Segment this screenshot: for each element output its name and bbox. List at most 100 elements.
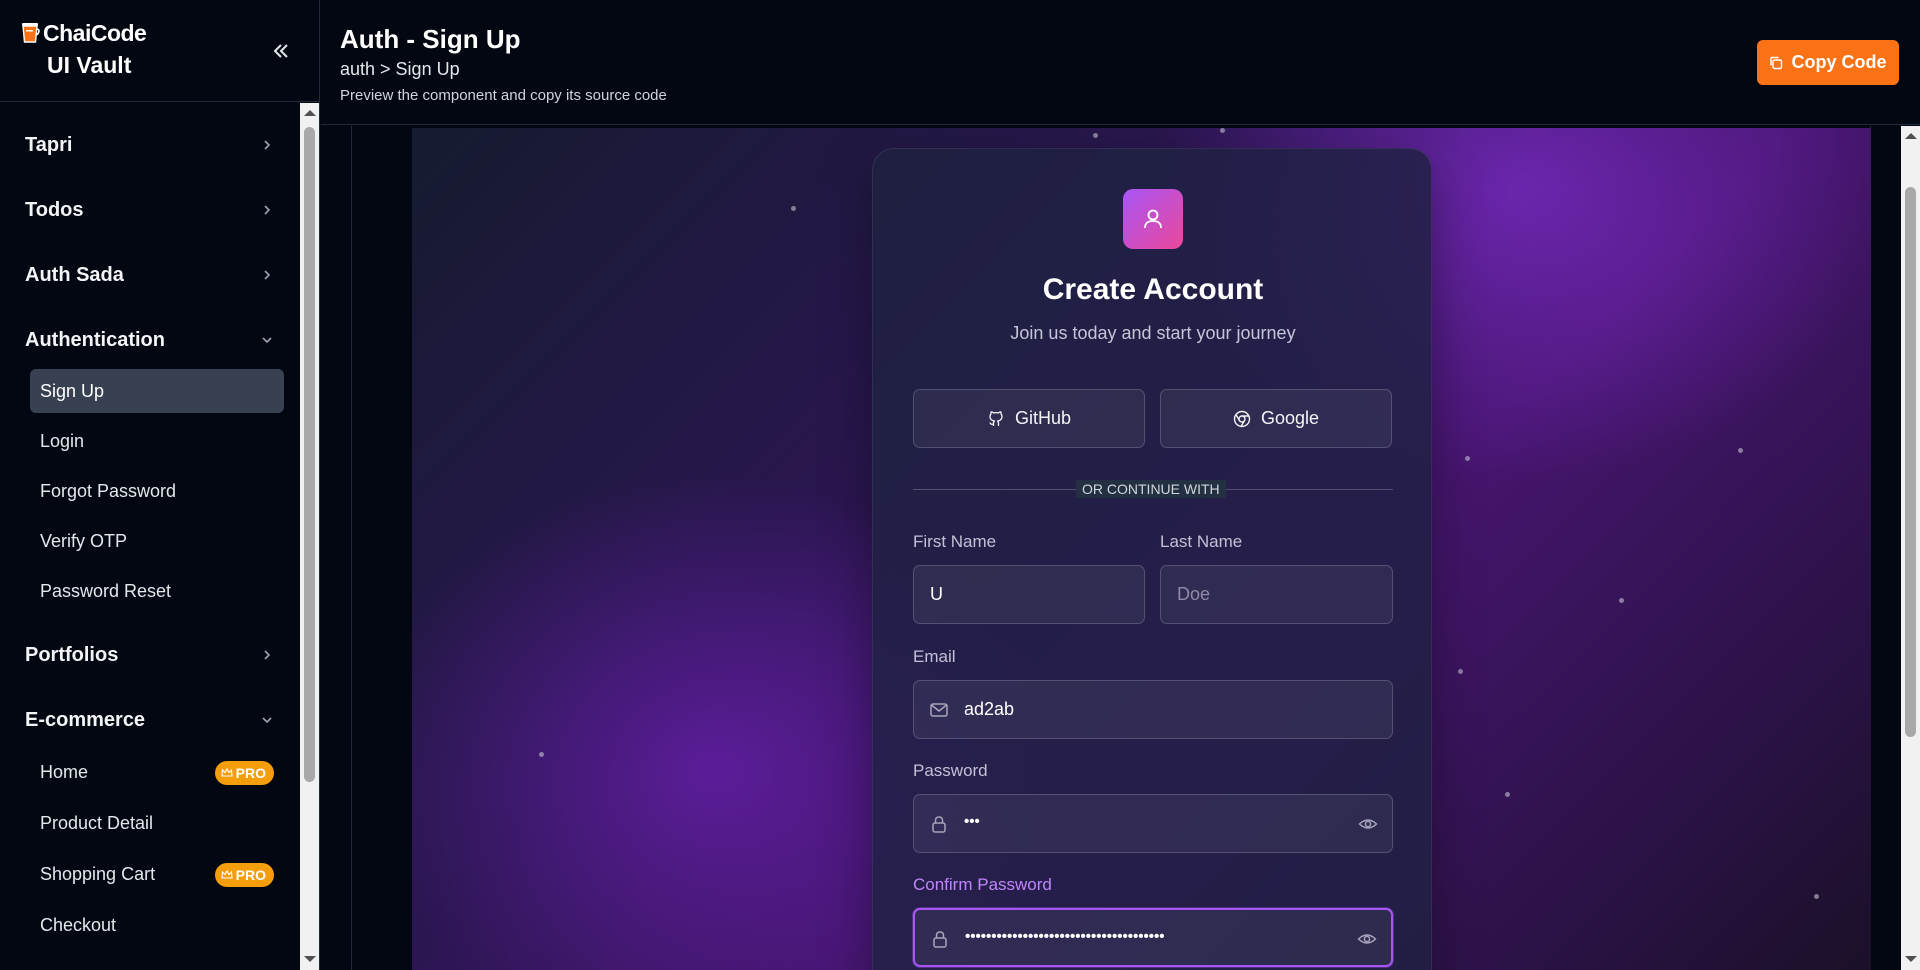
brand-header: ChaiCode UI Vault	[0, 0, 320, 102]
crown-icon	[221, 767, 233, 777]
chevrons-left-icon	[273, 44, 288, 58]
background-star	[539, 752, 544, 757]
sidebar-group-auth-sada[interactable]: Auth Sada	[0, 250, 300, 300]
user-avatar-badge	[1123, 189, 1183, 249]
sidebar-item-label: Shopping Cart	[40, 863, 156, 884]
main-scrollbar[interactable]	[1901, 126, 1920, 970]
sidebar-group-label: E-commerce	[25, 708, 146, 731]
background-star	[1220, 128, 1225, 133]
signup-subtitle: Join us today and start your journey	[1010, 323, 1296, 343]
user-icon	[1144, 209, 1162, 229]
sidebar-item-label: Product Detail	[40, 812, 154, 833]
sidebar-group-e-commerce[interactable]: E-commerce	[0, 695, 300, 745]
sidebar-item-label: Login	[40, 430, 85, 451]
sidebar-item-shopping-cart[interactable]: Shopping Cart PRO	[30, 852, 284, 896]
mail-icon	[930, 703, 948, 717]
background-star	[791, 206, 796, 211]
confirm-password-input[interactable]: ••••••••••••••••••••••••••••••••••••••	[913, 908, 1393, 967]
email-label: Email	[913, 647, 956, 666]
brand-name: ChaiCode	[43, 20, 147, 46]
sidebar-group-tapri[interactable]: Tapri	[0, 120, 300, 170]
collapse-sidebar-button[interactable]	[266, 36, 296, 66]
scroll-down-arrow-icon[interactable]	[1905, 956, 1917, 962]
page-title: Auth - Sign Up	[340, 24, 521, 54]
sidebar-group-authentication[interactable]: Authentication	[0, 315, 300, 365]
last-name-label: Last Name	[1160, 532, 1243, 551]
sidebar-group-label: Tapri	[25, 133, 73, 156]
signup-card: Create Account Join us today and start y…	[872, 148, 1432, 970]
background-star	[1505, 792, 1510, 797]
scroll-down-arrow-icon[interactable]	[304, 956, 316, 962]
sidebar-item-forgot-password[interactable]: Forgot Password	[30, 469, 284, 513]
preview-canvas: Create Account Join us today and start y…	[412, 128, 1871, 970]
chevron-right-icon	[264, 270, 271, 280]
main-scrollbar-thumb[interactable]	[1905, 187, 1916, 737]
eye-icon[interactable]	[1357, 929, 1377, 949]
sidebar-item-label: Checkout	[40, 914, 117, 935]
copy-icon	[1770, 56, 1783, 69]
sidebar-item-home[interactable]: Home PRO	[30, 750, 284, 794]
password-label: Password	[913, 761, 988, 780]
background-star	[1465, 456, 1470, 461]
chevron-down-icon	[262, 717, 272, 724]
pro-badge: PRO	[214, 863, 274, 887]
google-signup-button[interactable]: Google	[1160, 389, 1392, 448]
email-input[interactable]: ad2ab	[913, 680, 1393, 739]
sidebar-item-label: Home	[40, 761, 89, 782]
copy-code-label: Copy Code	[1791, 52, 1887, 72]
email-value: ad2ab	[964, 699, 1015, 719]
last-name-input[interactable]: Doe	[1160, 565, 1393, 624]
chai-cup-logo-icon	[22, 23, 40, 43]
brand-subtitle: UI Vault	[47, 52, 132, 78]
sidebar-item-password-reset[interactable]: Password Reset	[30, 569, 284, 613]
chevron-down-icon	[262, 337, 272, 344]
chevron-right-icon	[264, 650, 271, 660]
sidebar-item-login[interactable]: Login	[30, 419, 284, 463]
first-name-value: U	[930, 584, 943, 604]
sidebar-scrollbar[interactable]	[300, 103, 319, 970]
github-signup-button[interactable]: GitHub	[913, 389, 1145, 448]
chrome-icon	[1233, 410, 1251, 427]
github-icon	[989, 410, 1003, 426]
background-star	[1814, 894, 1819, 899]
signup-title: Create Account	[1042, 273, 1264, 306]
pro-badge: PRO	[214, 761, 274, 785]
sidebar-nav: Tapri Todos Auth Sada Authentication Sig…	[0, 103, 300, 970]
password-input[interactable]: •••	[913, 794, 1393, 853]
scroll-up-arrow-icon[interactable]	[1905, 133, 1917, 139]
crown-icon	[221, 869, 233, 879]
pro-badge-label: PRO	[235, 867, 266, 883]
sidebar-item-label: Sign Up	[40, 380, 105, 401]
copy-code-button[interactable]: Copy Code	[1757, 40, 1899, 85]
sidebar-item-label: Password Reset	[40, 580, 172, 601]
divider-text: OR CONTINUE WITH	[1076, 480, 1226, 498]
breadcrumb: auth > Sign Up	[340, 59, 460, 79]
confirm-password-value: ••••••••••••••••••••••••••••••••••••••	[965, 928, 1165, 945]
sidebar-scrollbar-thumb[interactable]	[304, 127, 315, 782]
sidebar-item-sign-up[interactable]: Sign Up	[30, 369, 284, 413]
first-name-input[interactable]: U	[913, 565, 1145, 624]
scroll-up-arrow-icon[interactable]	[304, 110, 316, 116]
preview-frame: Create Account Join us today and start y…	[351, 126, 1871, 970]
lock-icon	[932, 816, 946, 833]
sidebar-group-label: Authentication	[25, 328, 165, 351]
background-star	[1619, 598, 1624, 603]
eye-icon[interactable]	[1358, 814, 1378, 834]
sidebar-item-verify-otp[interactable]: Verify OTP	[30, 519, 284, 563]
sidebar-group-portfolios[interactable]: Portfolios	[0, 630, 300, 680]
sidebar-group-label: Todos	[25, 198, 84, 221]
background-star	[1458, 669, 1463, 674]
background-star	[1738, 448, 1743, 453]
chevron-right-icon	[264, 205, 271, 215]
google-label: Google	[1260, 408, 1320, 428]
sidebar: ChaiCode UI Vault Tapri Todos Auth Sada	[0, 0, 320, 970]
page-header: Auth - Sign Up auth > Sign Up Preview th…	[321, 0, 1920, 125]
first-name-label: First Name	[913, 532, 997, 551]
sidebar-group-todos[interactable]: Todos	[0, 185, 300, 235]
sidebar-item-product-detail[interactable]: Product Detail	[30, 801, 284, 845]
lock-icon	[933, 931, 947, 948]
chevron-right-icon	[264, 140, 271, 150]
background-star	[1093, 133, 1098, 138]
pro-badge-label: PRO	[235, 765, 266, 781]
sidebar-item-checkout[interactable]: Checkout	[30, 903, 284, 947]
